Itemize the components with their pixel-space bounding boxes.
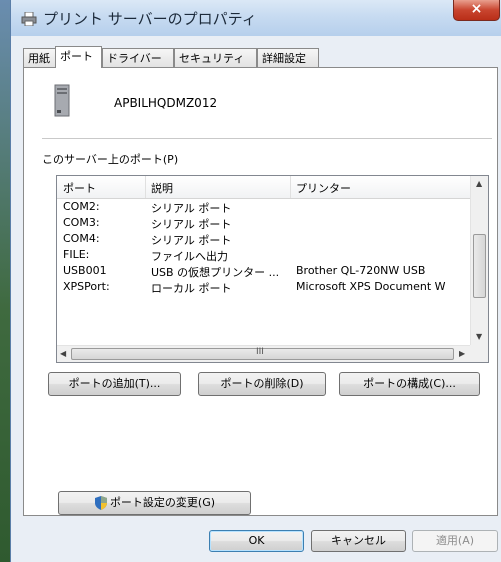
port-cell: COM2: [63, 200, 100, 213]
tab-advanced[interactable]: 詳細設定 [257, 48, 319, 67]
port-cell: COM4: [63, 232, 100, 245]
list-header: ポート 説明 プリンター [57, 176, 470, 199]
window-title: プリント サーバーのプロパティ [43, 10, 257, 28]
scroll-right-icon[interactable]: ▶ [459, 349, 465, 358]
add-port-button[interactable]: ポートの追加(T)... [48, 372, 181, 396]
ports-tab-panel: APBILHQDMZ012 このサーバー上のポート(P) ポート 説明 プリンタ… [23, 67, 498, 516]
scroll-up-icon[interactable]: ▲ [476, 179, 482, 188]
printer-cell: Microsoft XPS Document W [296, 280, 446, 293]
uac-shield-icon [94, 496, 107, 510]
column-divider[interactable] [290, 176, 291, 198]
ok-button[interactable]: OK [209, 530, 304, 552]
cancel-button[interactable]: キャンセル [311, 530, 406, 552]
scroll-down-icon[interactable]: ▼ [476, 332, 482, 341]
description-cell: シリアル ポート [151, 234, 232, 247]
horizontal-scrollbar[interactable]: ◀ III ▶ [57, 345, 470, 362]
vertical-scroll-thumb[interactable] [473, 234, 486, 298]
scroll-corner [470, 345, 488, 362]
print-server-properties-dialog: プリント サーバーのプロパティ × 用紙 ポート ドライバー セキュリティ 詳細… [10, 0, 501, 562]
port-cell: FILE: [63, 248, 90, 261]
change-port-settings-button[interactable]: ポート設定の変更(G) [58, 491, 251, 515]
table-row[interactable]: COM2: シリアル ポート [57, 199, 470, 215]
port-cell: XPSPort: [63, 280, 110, 293]
separator [42, 138, 492, 139]
tab-paper[interactable]: 用紙 [23, 48, 56, 67]
printer-cell: Brother QL-720NW USB [296, 264, 426, 277]
description-cell: ファイルへ出力 [151, 250, 228, 263]
column-header-port[interactable]: ポート [63, 180, 96, 196]
server-name: APBILHQDMZ012 [114, 96, 218, 110]
column-header-description[interactable]: 説明 [151, 180, 173, 196]
apply-button[interactable]: 適用(A) [412, 530, 498, 552]
grip-icon: III [256, 347, 264, 357]
port-cell: COM3: [63, 216, 100, 229]
table-row[interactable]: COM4: シリアル ポート [57, 231, 470, 247]
vertical-scrollbar[interactable]: ▲ ▼ [470, 176, 488, 345]
horizontal-scroll-thumb[interactable]: III [71, 347, 454, 360]
tab-ports[interactable]: ポート [55, 46, 102, 68]
column-divider[interactable] [145, 176, 146, 198]
close-button[interactable]: × [453, 0, 500, 21]
port-cell: USB001 [63, 264, 107, 277]
desktop-background [0, 0, 10, 562]
close-icon: × [470, 1, 483, 17]
scroll-left-icon[interactable]: ◀ [60, 349, 66, 358]
description-cell: シリアル ポート [151, 202, 232, 215]
ports-list[interactable]: ポート 説明 プリンター COM2: シリアル ポート COM3: シリアル ポ… [56, 175, 489, 363]
description-cell: ローカル ポート [151, 282, 232, 295]
title-bar[interactable]: プリント サーバーのプロパティ × [11, 0, 501, 36]
tab-security[interactable]: セキュリティ [174, 48, 257, 67]
table-row[interactable]: XPSPort: ローカル ポート Microsoft XPS Document… [57, 279, 470, 295]
printer-icon [21, 12, 37, 26]
description-cell: USB の仮想プリンター ... [151, 266, 280, 279]
table-row[interactable]: COM3: シリアル ポート [57, 215, 470, 231]
server-icon [54, 84, 70, 117]
change-port-settings-label: ポート設定の変更(G) [109, 496, 216, 509]
ports-section-label: このサーバー上のポート(P) [42, 153, 179, 166]
tab-drivers[interactable]: ドライバー [102, 48, 174, 67]
column-header-printer[interactable]: プリンター [296, 180, 351, 196]
table-row[interactable]: USB001 USB の仮想プリンター ... Brother QL-720NW… [57, 263, 470, 279]
description-cell: シリアル ポート [151, 218, 232, 231]
delete-port-button[interactable]: ポートの削除(D) [198, 372, 326, 396]
table-row[interactable]: FILE: ファイルへ出力 [57, 247, 470, 263]
configure-port-button[interactable]: ポートの構成(C)... [339, 372, 480, 396]
